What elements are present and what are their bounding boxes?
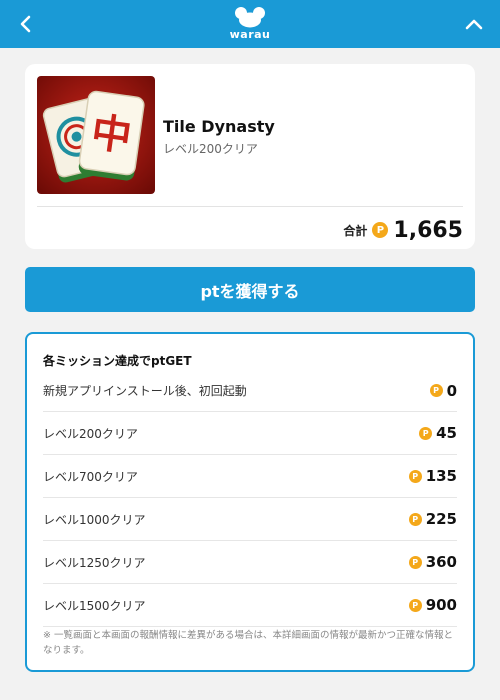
mission-points: P 360 [408, 553, 457, 571]
chevron-up-icon [465, 19, 483, 30]
mission-card: 各ミッション達成でptGET 新規アプリインストール後、初回起動 P 0 レベル… [25, 332, 475, 672]
scroll-top-button[interactable] [458, 8, 490, 40]
mission-label: 新規アプリインストール後、初回起動 [43, 384, 247, 398]
mission-value: 225 [425, 510, 457, 528]
mission-value: 45 [436, 424, 457, 442]
chevron-left-icon [20, 15, 31, 33]
mission-label: レベル1500クリア [43, 598, 146, 613]
mission-list: 新規アプリインストール後、初回起動 P 0 レベル200クリア P 45 レベル… [43, 370, 457, 627]
mission-points: P 45 [419, 424, 457, 442]
warau-logo[interactable]: warau [215, 6, 285, 44]
point-icon: P [408, 512, 422, 526]
app-title: Tile Dynasty [163, 117, 275, 136]
mission-value: 900 [425, 596, 457, 614]
point-icon: P [408, 555, 422, 569]
point-icon: P [408, 469, 422, 483]
mission-row: レベル1000クリア P 225 [43, 498, 457, 541]
logo-text: warau [229, 28, 271, 41]
point-icon: P [419, 426, 433, 440]
mission-label: レベル1250クリア [43, 555, 146, 570]
mission-label: レベル200クリア [43, 426, 138, 441]
total-label: 合計 [343, 223, 368, 238]
mission-row: 新規アプリインストール後、初回起動 P 0 [43, 370, 457, 412]
mission-value: 360 [425, 553, 457, 571]
logo-mark-icon [235, 7, 265, 28]
point-icon: P [429, 384, 443, 397]
mission-row: レベル1250クリア P 360 [43, 541, 457, 584]
mission-label: レベル700クリア [43, 469, 138, 484]
mission-points: P 0 [429, 381, 457, 400]
app-icon[interactable]: 中 [37, 76, 155, 194]
mission-title: 各ミッション達成でptGET [43, 354, 192, 368]
mission-points: P 900 [408, 596, 457, 614]
back-button[interactable] [10, 8, 42, 40]
mission-row: レベル200クリア P 45 [43, 412, 457, 455]
mission-row: レベル1500クリア P 900 [43, 584, 457, 627]
get-points-button[interactable]: ptを獲得する [25, 267, 475, 312]
mission-points: P 225 [408, 510, 457, 528]
point-icon: P [408, 598, 422, 612]
app-header: warau [0, 0, 500, 48]
app-subtitle: レベル200クリア [163, 142, 258, 156]
total-value: 1,665 [393, 217, 463, 243]
total-points: 合計 P 1,665 [343, 216, 463, 244]
divider [37, 206, 463, 207]
mission-row: レベル700クリア P 135 [43, 455, 457, 498]
mission-points: P 135 [408, 467, 457, 485]
point-icon: P [372, 222, 389, 238]
mission-value: 0 [446, 381, 457, 400]
app-card: 中 Tile Dynasty レベル200クリア 合計 P 1,665 [25, 64, 475, 249]
disclaimer-note: ※ 一覧画面と本画面の報酬情報に差異がある場合は、本詳細画面の情報が最新かつ正確… [43, 630, 453, 656]
tile-glyph: 中 [88, 109, 134, 160]
mahjong-tile-icon: 中 [37, 76, 155, 194]
mission-value: 135 [425, 467, 457, 485]
mission-label: レベル1000クリア [43, 512, 146, 527]
